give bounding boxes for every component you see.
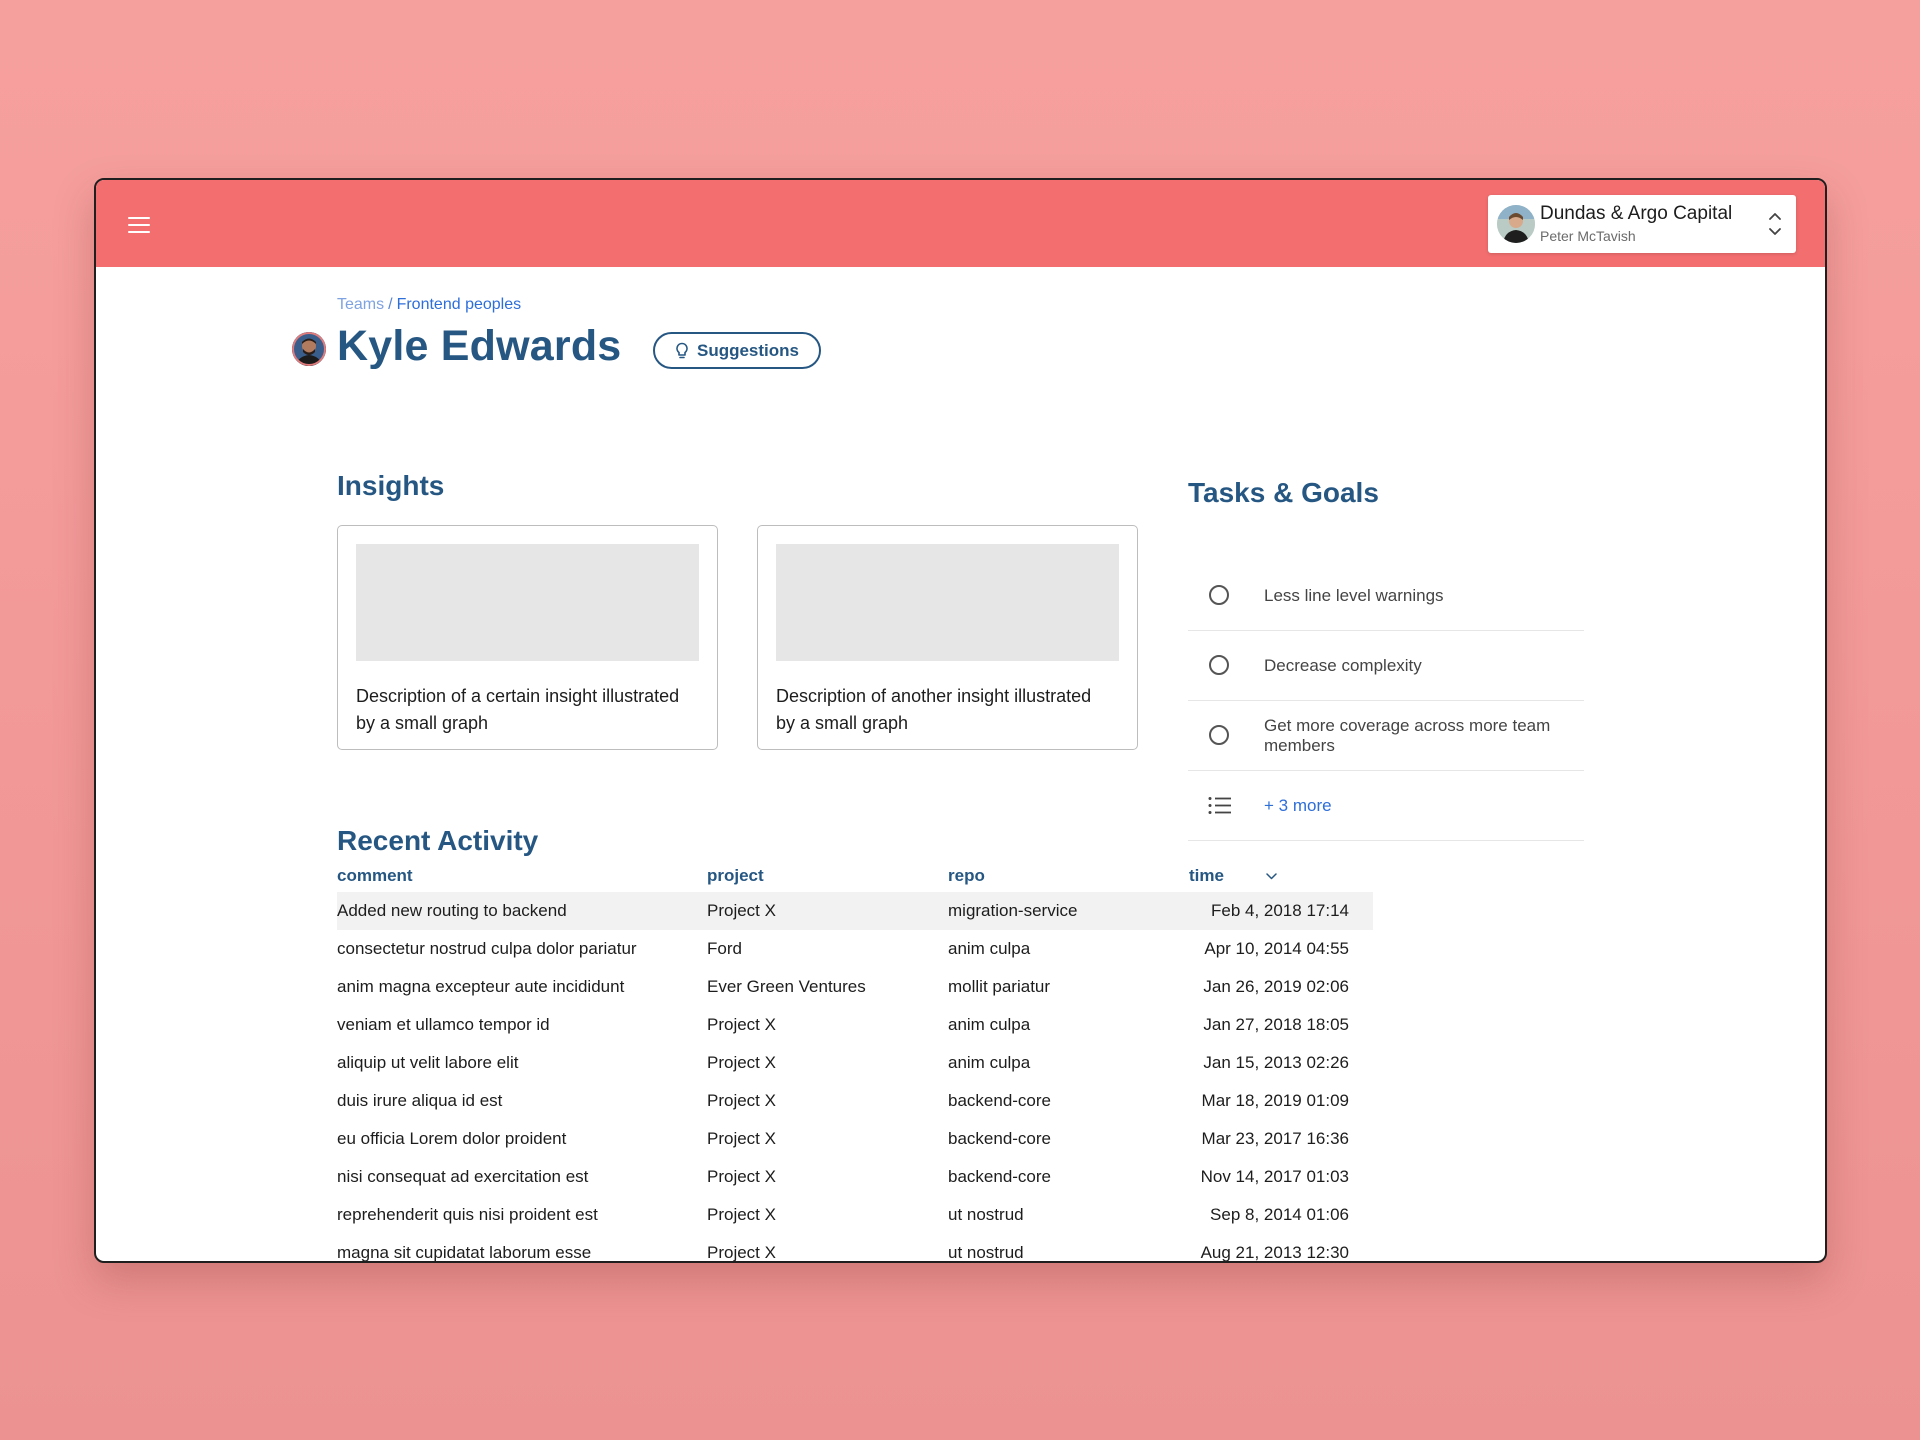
profile-avatar xyxy=(292,332,326,366)
insight-graph-placeholder xyxy=(776,544,1119,661)
table-row[interactable]: duis irure aliqua id est Project X backe… xyxy=(337,1082,1373,1120)
column-header-project[interactable]: project xyxy=(707,860,948,892)
column-header-comment[interactable]: comment xyxy=(337,860,707,892)
cell-repo: migration-service xyxy=(948,892,1189,930)
empty-circle-icon[interactable] xyxy=(1209,655,1229,675)
task-label: Less line level warnings xyxy=(1264,585,1444,605)
hamburger-menu-icon[interactable] xyxy=(128,217,150,233)
cell-comment: eu officia Lorem dolor proident xyxy=(337,1129,567,1148)
cell-comment: Added new routing to backend xyxy=(337,892,707,930)
breadcrumb-current[interactable]: Frontend peoples xyxy=(397,296,522,313)
tasks-title: Tasks & Goals xyxy=(1188,477,1379,508)
cell-repo: backend-core xyxy=(948,1091,1052,1110)
table-header-row: comment project repo time xyxy=(337,860,1373,892)
cell-time: Jan 15, 2013 02:26 xyxy=(1203,1053,1349,1072)
insight-card[interactable]: Description of a certain insight illustr… xyxy=(337,525,718,750)
table-row[interactable]: reprehenderit quis nisi proident est Pro… xyxy=(337,1196,1373,1234)
cell-project: Project X xyxy=(707,1129,776,1148)
cell-time: Aug 21, 2013 12:30 xyxy=(1200,1243,1349,1262)
cell-repo: mollit pariatur xyxy=(948,977,1051,996)
account-user-name: Peter McTavish xyxy=(1540,228,1636,244)
task-item: Get more coverage across more team membe… xyxy=(1188,701,1584,771)
cell-project: Project X xyxy=(707,1205,776,1224)
more-tasks-link[interactable]: + 3 more xyxy=(1264,771,1332,840)
cell-comment: veniam et ullamco tempor id xyxy=(337,1015,550,1034)
page-title: Kyle Edwards xyxy=(337,322,622,370)
recent-activity-title: Recent Activity xyxy=(337,825,539,856)
cell-time: Nov 14, 2017 01:03 xyxy=(1200,1167,1349,1186)
table-row[interactable]: anim magna excepteur aute incididunt Eve… xyxy=(337,968,1373,1006)
cell-comment: aliquip ut velit labore elit xyxy=(337,1053,519,1072)
cell-repo: anim culpa xyxy=(948,939,1031,958)
cell-time: Sep 8, 2014 01:06 xyxy=(1210,1205,1349,1224)
cell-project: Project X xyxy=(707,1053,776,1072)
task-label: Get more coverage across more team membe… xyxy=(1264,715,1551,755)
task-more-row: + 3 more xyxy=(1188,771,1584,841)
task-label: Decrease complexity xyxy=(1264,655,1422,675)
task-item: Less line level warnings xyxy=(1188,561,1584,631)
cell-comment: magna sit cupidatat laborum esse xyxy=(337,1243,592,1262)
table-row[interactable]: aliquip ut velit labore elit Project X a… xyxy=(337,1044,1373,1082)
table-row[interactable]: magna sit cupidatat laborum esse Project… xyxy=(337,1234,1373,1262)
cell-comment: reprehenderit quis nisi proident est xyxy=(337,1205,598,1224)
insight-graph-placeholder xyxy=(356,544,699,661)
insights-title: Insights xyxy=(337,470,445,501)
cell-repo: ut nostrud xyxy=(948,1243,1024,1262)
cell-comment: duis irure aliqua id est xyxy=(337,1091,503,1110)
cell-repo: anim culpa xyxy=(948,1015,1031,1034)
activity-table: comment project repo time Added new rout… xyxy=(337,860,1373,1262)
column-header-time-label: time xyxy=(1189,866,1224,885)
cell-time: Apr 10, 2014 04:55 xyxy=(1204,939,1349,958)
empty-circle-icon[interactable] xyxy=(1209,725,1229,745)
column-header-time[interactable]: time xyxy=(1189,860,1373,892)
cell-project: Project X xyxy=(707,1091,776,1110)
cell-repo: ut nostrud xyxy=(948,1205,1024,1224)
table-row[interactable]: veniam et ullamco tempor id Project X an… xyxy=(337,1006,1373,1044)
cell-project: Ford xyxy=(707,939,742,958)
cell-comment: anim magna excepteur aute incididunt xyxy=(337,977,625,996)
breadcrumb: Teams / Frontend peoples xyxy=(337,296,521,314)
table-row[interactable]: consectetur nostrud culpa dolor pariatur… xyxy=(337,930,1373,968)
cell-project: Ever Green Ventures xyxy=(707,977,866,996)
cell-comment: consectetur nostrud culpa dolor pariatur xyxy=(337,939,637,958)
suggestions-button[interactable]: Suggestions xyxy=(653,332,821,369)
table-row[interactable]: Added new routing to backend Project X m… xyxy=(337,892,1373,930)
table-row[interactable]: eu officia Lorem dolor proident Project … xyxy=(337,1120,1373,1158)
account-avatar xyxy=(1497,205,1535,243)
breadcrumb-teams-link[interactable]: Teams xyxy=(337,296,384,313)
cell-time: Mar 18, 2019 01:09 xyxy=(1201,1091,1349,1110)
cell-time: Feb 4, 2018 17:14 xyxy=(1189,892,1373,930)
empty-circle-icon[interactable] xyxy=(1209,585,1229,605)
column-header-repo[interactable]: repo xyxy=(948,860,1189,892)
cell-project: Project X xyxy=(707,892,948,930)
insight-description: Description of a certain insight illustr… xyxy=(356,686,680,733)
cell-time: Jan 26, 2019 02:06 xyxy=(1203,977,1349,996)
chevron-up-down-icon xyxy=(1769,213,1781,235)
cell-repo: backend-core xyxy=(948,1129,1052,1148)
cell-comment: nisi consequat ad exercitation est xyxy=(337,1167,589,1186)
lightbulb-icon xyxy=(676,342,688,358)
top-bar: Dundas & Argo Capital Peter McTavish xyxy=(96,180,1825,267)
account-company-name: Dundas & Argo Capital xyxy=(1540,203,1733,224)
insight-card[interactable]: Description of another insight illustrat… xyxy=(757,525,1138,750)
chevron-down-icon[interactable] xyxy=(1266,872,1277,880)
cell-project: Project X xyxy=(707,1015,776,1034)
cell-project: Project X xyxy=(707,1167,776,1186)
cell-time: Jan 27, 2018 18:05 xyxy=(1203,1015,1349,1034)
cell-repo: backend-core xyxy=(948,1167,1052,1186)
task-list: Less line level warnings Decrease comple… xyxy=(1188,561,1584,841)
cell-project: Project X xyxy=(707,1243,776,1262)
suggestions-label: Suggestions xyxy=(696,340,799,360)
breadcrumb-separator: / xyxy=(388,296,393,313)
app-window: Dundas & Argo Capital Peter McTavish Tea… xyxy=(94,178,1827,1263)
insight-description: Description of another insight illustrat… xyxy=(776,686,1092,733)
table-row[interactable]: nisi consequat ad exercitation est Proje… xyxy=(337,1158,1373,1196)
cell-repo: anim culpa xyxy=(948,1053,1031,1072)
task-item: Decrease complexity xyxy=(1188,631,1584,701)
account-switcher[interactable]: Dundas & Argo Capital Peter McTavish xyxy=(1488,195,1796,253)
cell-time: Mar 23, 2017 16:36 xyxy=(1201,1129,1349,1148)
list-icon xyxy=(1208,797,1231,814)
